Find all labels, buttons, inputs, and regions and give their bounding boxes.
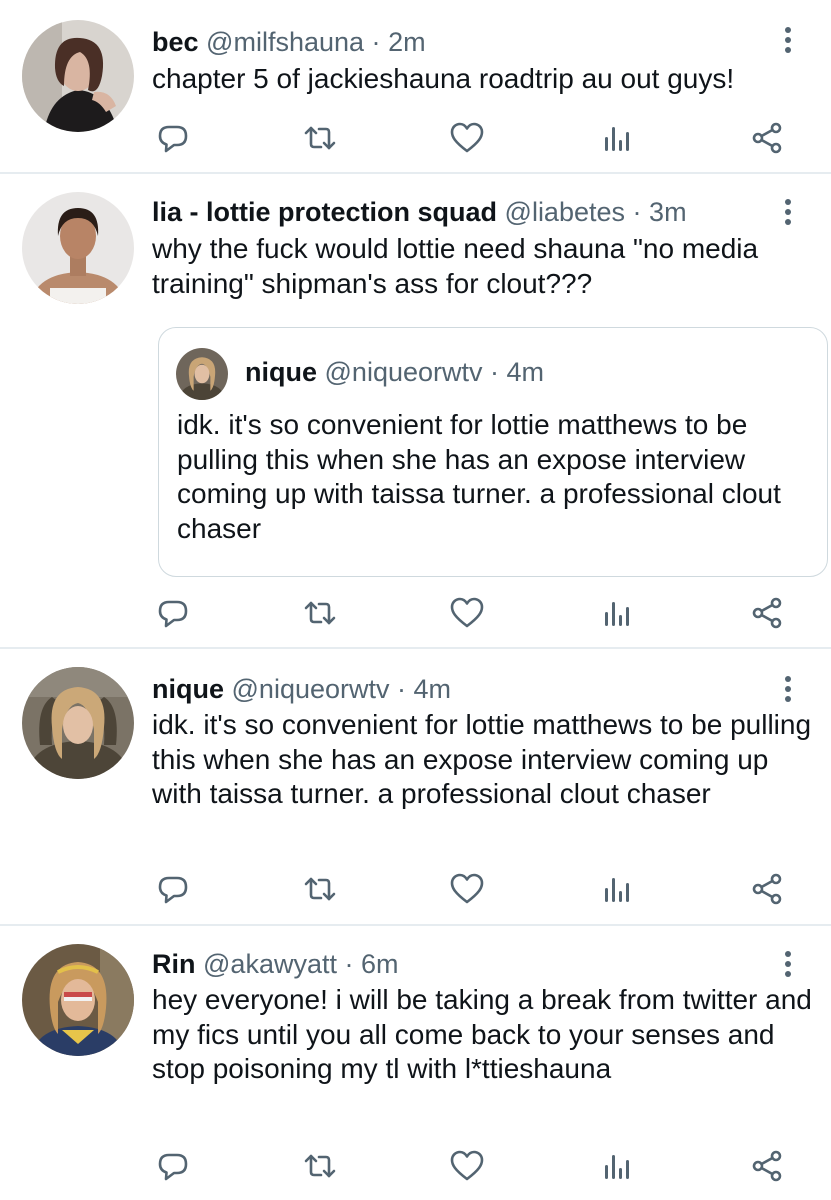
reply-icon[interactable]	[155, 1148, 191, 1184]
avatar-nique[interactable]	[22, 667, 134, 779]
avatar-nique-small[interactable]	[176, 348, 228, 400]
avatar-bec[interactable]	[22, 20, 134, 132]
more-icon[interactable]	[776, 196, 800, 228]
tweet-actions	[150, 871, 790, 907]
tweet-text: idk. it's so convenient for lottie matth…	[152, 709, 812, 809]
tweet-actions	[150, 120, 790, 156]
views-icon[interactable]	[598, 120, 634, 156]
more-icon[interactable]	[776, 948, 800, 980]
retweet-icon[interactable]	[302, 595, 338, 631]
more-icon[interactable]	[776, 673, 800, 705]
views-icon[interactable]	[598, 1148, 634, 1184]
like-icon[interactable]	[449, 1148, 485, 1184]
tweet-text: why the fuck would lottie need shauna "n…	[152, 233, 759, 299]
retweet-icon[interactable]	[302, 871, 338, 907]
retweet-icon[interactable]	[302, 120, 338, 156]
user-handle[interactable]: @akawyatt	[203, 949, 337, 979]
display-name[interactable]: bec	[152, 27, 199, 57]
like-icon[interactable]	[449, 120, 485, 156]
user-handle[interactable]: @liabetes	[505, 197, 625, 227]
like-icon[interactable]	[449, 871, 485, 907]
avatar-lia[interactable]	[22, 192, 134, 304]
user-handle[interactable]: @niqueorwtv	[232, 674, 390, 704]
timestamp[interactable]: 3m	[649, 197, 687, 227]
share-icon[interactable]	[749, 120, 785, 156]
tweet-actions	[150, 1148, 790, 1184]
tweet-text: hey everyone! i will be taking a break f…	[152, 984, 812, 1084]
separator-dot: ·	[344, 949, 354, 979]
quoted-timestamp[interactable]: 4m	[507, 357, 545, 387]
separator-dot: ·	[632, 197, 642, 227]
share-icon[interactable]	[749, 595, 785, 631]
retweet-icon[interactable]	[302, 1148, 338, 1184]
timestamp[interactable]: 4m	[414, 674, 452, 704]
views-icon[interactable]	[598, 595, 634, 631]
tweet-bec[interactable]: bec @milfshauna · 2m chapter 5 of jackie…	[0, 0, 831, 172]
quoted-display-name[interactable]: nique	[245, 357, 317, 387]
tweet-actions	[150, 595, 790, 631]
quoted-user-handle[interactable]: @niqueorwtv	[325, 357, 483, 387]
quoted-tweet[interactable]: nique @niqueorwtv · 4m idk. it's so conv…	[158, 327, 828, 577]
timestamp[interactable]: 2m	[388, 27, 426, 57]
reply-icon[interactable]	[155, 120, 191, 156]
display-name[interactable]: nique	[152, 674, 224, 704]
views-icon[interactable]	[598, 871, 634, 907]
share-icon[interactable]	[749, 1148, 785, 1184]
reply-icon[interactable]	[155, 871, 191, 907]
tweet-rin[interactable]: Rin @akawyatt · 6m hey everyone! i will …	[0, 926, 831, 1200]
share-icon[interactable]	[749, 871, 785, 907]
more-icon[interactable]	[776, 24, 800, 56]
separator-dot: ·	[490, 357, 500, 387]
quoted-tweet-text: idk. it's so convenient for lottie matth…	[177, 409, 781, 544]
display-name[interactable]: Rin	[152, 949, 196, 979]
user-handle[interactable]: @milfshauna	[206, 27, 364, 57]
reply-icon[interactable]	[155, 595, 191, 631]
like-icon[interactable]	[449, 595, 485, 631]
timestamp[interactable]: 6m	[361, 949, 399, 979]
separator-dot: ·	[371, 27, 381, 57]
display-name[interactable]: lia - lottie protection squad	[152, 197, 497, 227]
separator-dot: ·	[397, 674, 407, 704]
tweet-text: chapter 5 of jackieshauna roadtrip au ou…	[152, 63, 735, 94]
avatar-rin[interactable]	[22, 944, 134, 1056]
tweet-nique[interactable]: nique @niqueorwtv · 4m idk. it's so conv…	[0, 649, 831, 924]
